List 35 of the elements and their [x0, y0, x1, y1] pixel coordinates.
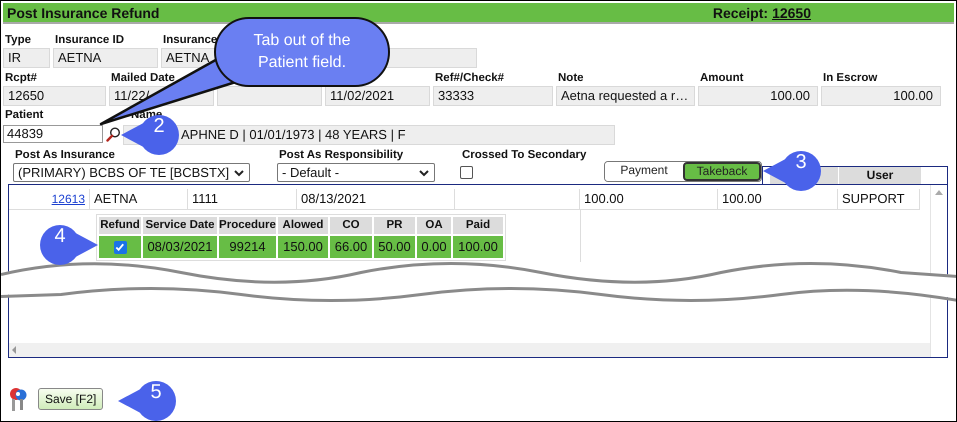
table-cell: 50.00	[374, 236, 415, 258]
table-cell: 66.00	[330, 236, 372, 258]
table-cell: 150.00	[278, 236, 328, 258]
column-header: Refund	[99, 217, 141, 234]
field-label: Crossed To Secondary	[461, 148, 586, 163]
field-label: Mailed Date	[110, 71, 175, 86]
table-cell: 100.00	[580, 189, 718, 210]
table-cell: SUPPORT	[838, 189, 920, 210]
field-label: Patient	[4, 109, 44, 123]
table-cell: 1111	[188, 189, 297, 210]
field-label: Amount	[699, 71, 744, 86]
field-label: Insurance ID	[54, 33, 124, 48]
column-header: OA	[417, 217, 451, 234]
column-header: CO	[330, 217, 372, 234]
field-label: Post As Responsibility	[278, 148, 404, 163]
field-label: In Escrow	[822, 71, 878, 86]
receipt-label: Receipt:	[712, 4, 768, 20]
field-label: Note	[557, 71, 584, 86]
table-cell: 100.00	[453, 236, 503, 258]
table-cell: 08/13/2021	[297, 189, 455, 210]
table-cell: AETNA	[90, 189, 188, 210]
column-header: User	[839, 167, 921, 184]
column-header: Alowed	[278, 217, 328, 234]
table-cell: 08/03/2021	[143, 236, 217, 258]
field-label: Ref#/Check#	[434, 71, 504, 86]
column-header: Service Date	[143, 217, 217, 234]
table-cell: 99214	[219, 236, 276, 258]
column-header: Procedure	[219, 217, 276, 234]
field-label: Post As Insurance	[14, 148, 115, 163]
window-title: Post Insurance Refund	[7, 4, 160, 20]
field-label: Rcpt#	[4, 71, 37, 86]
table-cell: 0.00	[417, 236, 451, 258]
column-header: PR	[374, 217, 415, 234]
column-header: Paid	[453, 217, 503, 234]
field-label: Type	[4, 33, 31, 48]
